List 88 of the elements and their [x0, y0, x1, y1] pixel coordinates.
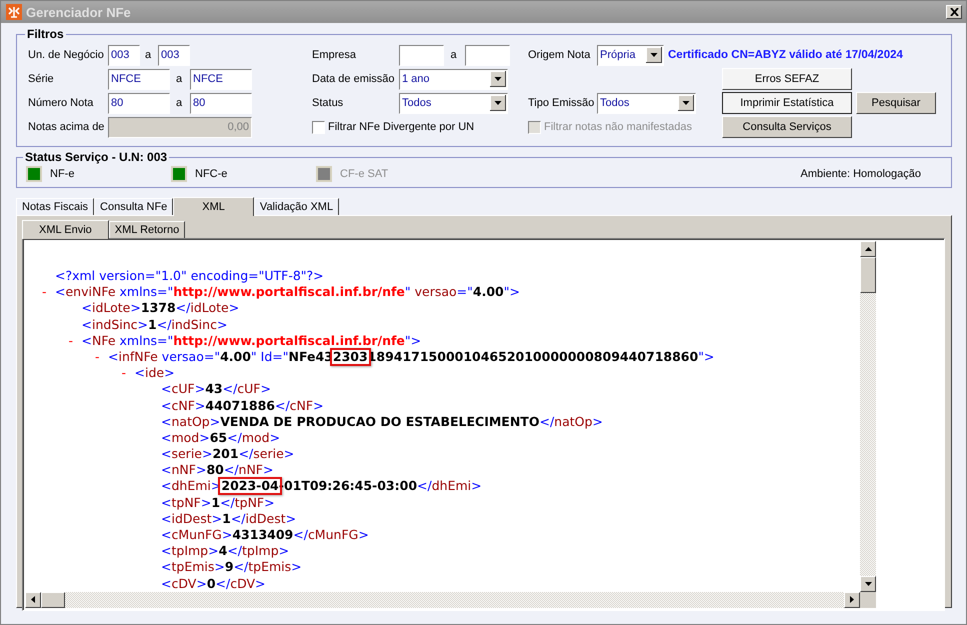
- field-label: Origem Nota: [528, 49, 592, 61]
- xml-line: <cUF>43</cUF>: [161, 381, 271, 398]
- scrollbar-corner: [860, 592, 876, 608]
- scroll-thumb[interactable]: [860, 257, 876, 293]
- xml-line: <serie>201</serie>: [161, 446, 294, 462]
- collapse-toggle[interactable]: -: [122, 365, 126, 380]
- field-label: Tipo Emissão: [528, 97, 596, 109]
- range-separator: a: [449, 49, 458, 61]
- action-button[interactable]: Consulta Serviços: [722, 116, 852, 138]
- scroll-thumb[interactable]: [41, 592, 65, 608]
- vertical-scrollbar[interactable]: [860, 241, 876, 592]
- scroll-left-button[interactable]: [25, 592, 41, 608]
- tab[interactable]: Notas Fiscais: [16, 198, 94, 215]
- xml-line: <natOp>VENDA DE PRODUCAO DO ESTABELECIMENTO</natOp>: [161, 414, 603, 430]
- field-label: Status: [312, 97, 344, 109]
- collapse-toggle[interactable]: -: [95, 348, 100, 364]
- field-label: Empresa: [312, 49, 358, 61]
- action-button[interactable]: Pesquisar: [856, 92, 936, 114]
- service-label: CF-e SAT: [340, 168, 388, 180]
- collapse-toggle[interactable]: -: [42, 284, 47, 300]
- certificate-info: Certificado CN=ABYZ válido até 17/04/2024: [668, 49, 903, 61]
- checkbox-label: Filtrar notas não manifestadas: [544, 121, 692, 133]
- action-button[interactable]: Erros SEFAZ: [722, 68, 852, 90]
- up-arrow-icon: [864, 247, 872, 251]
- tab[interactable]: Validação XML: [254, 198, 340, 215]
- group-title: Filtros: [26, 27, 65, 41]
- scroll-right-button[interactable]: [844, 592, 860, 608]
- tab[interactable]: Consulta NFe: [94, 198, 174, 215]
- tab[interactable]: XML Envio: [22, 220, 109, 239]
- range-separator: a: [174, 97, 184, 109]
- xml-line: <enviNFe xmlns="http://www.portalfiscal.inf.br/nfe" versao="4.00">: [55, 284, 520, 300]
- service-label: NFC-e: [195, 168, 228, 180]
- dropdown[interactable]: 1 ano: [399, 68, 508, 90]
- text-field[interactable]: NFCE: [190, 68, 252, 90]
- scroll-down-button[interactable]: [860, 576, 876, 592]
- group-title: Status Serviço - U.N: 003: [24, 150, 168, 164]
- xml-line: <mod>65</mod>: [161, 430, 280, 446]
- right-arrow-icon: [850, 596, 854, 604]
- down-arrow-icon: [864, 582, 872, 586]
- caret-icon: [490, 71, 506, 87]
- environment-label: Ambiente: Homologação: [800, 168, 922, 180]
- collapse-toggle[interactable]: -: [68, 332, 74, 348]
- xml-line: <tpNF>1</tpNF>: [161, 494, 275, 511]
- caret-icon: [646, 47, 662, 63]
- field-label: Número Nota: [28, 97, 94, 109]
- xml-line: <cDV>0</cDV>: [161, 576, 266, 592]
- tab[interactable]: XML Retorno: [108, 221, 186, 238]
- close-icon: [950, 8, 958, 16]
- checkbox-label: Filtrar NFe Divergente por UN: [328, 121, 474, 133]
- window-title: Gerenciador NFe: [26, 4, 132, 20]
- left-arrow-icon: [31, 596, 35, 604]
- scroll-up-button[interactable]: [860, 241, 876, 257]
- text-field[interactable]: 80: [108, 92, 170, 114]
- xml-line: <idDest>1</idDest>: [161, 510, 296, 527]
- xml-line: <cMunFG>4313409</cMunFG>: [161, 527, 369, 544]
- xml-line: <nNF>80</nNF>: [161, 462, 274, 478]
- xml-line: <idLote>1378</idLote>: [82, 300, 240, 317]
- horizontal-scrollbar[interactable]: [25, 592, 860, 608]
- text-field[interactable]: NFCE: [108, 68, 170, 90]
- xml-line: <tpEmis>9</tpEmis>: [161, 559, 302, 576]
- tab[interactable]: XML: [173, 197, 254, 216]
- checkbox[interactable]: [312, 120, 325, 134]
- service-label: NF-e: [50, 168, 74, 180]
- field-label: Série: [28, 73, 55, 85]
- text-field[interactable]: 003: [158, 44, 190, 66]
- xml-line: <cNF>44071886</cNF>: [161, 398, 324, 414]
- xml-line: <NFe xmlns="http://www.portalfiscal.inf.br/nfe">: [82, 332, 422, 349]
- text-field[interactable]: [399, 44, 444, 66]
- field-label: Un. de Negócio: [28, 49, 105, 61]
- field-label: Notas acima de: [28, 121, 106, 133]
- dropdown[interactable]: Todos: [399, 92, 508, 114]
- close-button[interactable]: [946, 5, 962, 19]
- app-icon: [6, 4, 22, 20]
- dropdown[interactable]: Própria: [597, 44, 664, 66]
- text-field[interactable]: [465, 44, 510, 66]
- xml-line: <ide>: [134, 365, 175, 382]
- caret-icon: [490, 95, 506, 111]
- xml-line: <tpImp>4</tpImp>: [161, 543, 290, 560]
- range-separator: a: [174, 73, 184, 85]
- caret-icon: [678, 95, 694, 111]
- range-separator: a: [144, 49, 152, 61]
- text-field[interactable]: 003: [108, 44, 140, 66]
- xml-line: <?xml version="1.0" encoding="UTF-8"?>: [55, 268, 324, 284]
- text-field[interactable]: 80: [190, 92, 252, 114]
- xml-line: <indSinc>1</indSinc>: [82, 316, 228, 333]
- field-label: Data de emissão: [312, 73, 396, 85]
- action-button[interactable]: Imprimir Estatística: [722, 92, 852, 114]
- dropdown[interactable]: Todos: [597, 92, 696, 114]
